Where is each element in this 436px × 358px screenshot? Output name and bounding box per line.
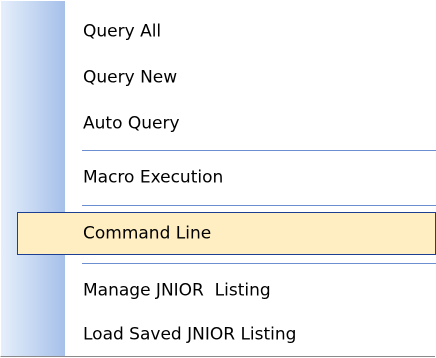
- menu-item-manage-jnior-listing[interactable]: Manage JNIOR Listing: [1, 268, 436, 314]
- menu-item-label: Load Saved JNIOR Listing: [83, 324, 297, 345]
- menu-item-label: Command Line: [83, 223, 212, 243]
- menu-item-label: Manage JNIOR Listing: [83, 280, 271, 301]
- menu-item-query-new[interactable]: Query New: [1, 55, 436, 101]
- menu-separator: [82, 263, 436, 264]
- menu-separator: [82, 205, 436, 206]
- menu-item-label: Query New: [83, 67, 178, 88]
- menu-item-macro-execution[interactable]: Macro Execution: [1, 155, 436, 201]
- context-menu: Query All Query New Auto Query Macro Exe…: [0, 0, 436, 358]
- menu-item-query-all[interactable]: Query All: [1, 9, 436, 55]
- menu-item-command-line[interactable]: Command Line: [17, 212, 436, 255]
- menu-item-load-saved-jnior-listing[interactable]: Load Saved JNIOR Listing: [1, 312, 436, 358]
- menu-item-label: Query All: [83, 21, 162, 42]
- menu-separator: [82, 150, 436, 151]
- menu-item-label: Auto Query: [83, 113, 180, 134]
- menu-item-auto-query[interactable]: Auto Query: [1, 101, 436, 147]
- menu-item-label: Macro Execution: [83, 167, 224, 188]
